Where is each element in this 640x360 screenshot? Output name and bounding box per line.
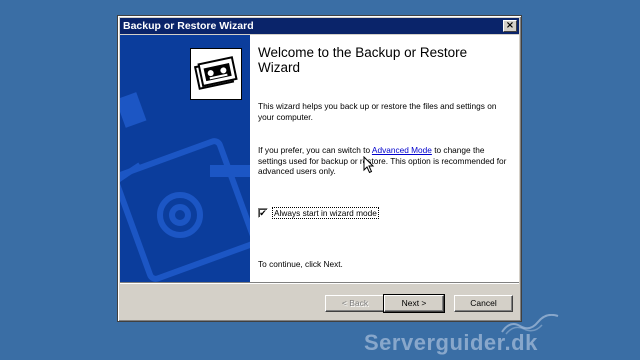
separator-highlight <box>120 283 519 284</box>
advanced-prefix: If you prefer, you can switch to <box>258 145 372 155</box>
advanced-mode-link[interactable]: Advanced Mode <box>372 145 432 155</box>
wizard-mode-label[interactable]: Always start in wizard mode <box>272 207 379 219</box>
wizard-content: Welcome to the Backup or Restore Wizard … <box>250 35 519 282</box>
close-button[interactable]: × <box>503 20 517 32</box>
watermark-text: Serverguider.dk <box>364 330 538 355</box>
wizard-mode-option[interactable]: ✔ Always start in wizard mode <box>258 207 379 219</box>
backup-tape-icon <box>190 48 242 100</box>
back-button[interactable]: < Back <box>325 295 385 312</box>
wizard-dialog: Backup or Restore Wizard × Welcome to th… <box>117 15 522 322</box>
title-bar[interactable]: Backup or Restore Wizard × <box>120 18 519 34</box>
mouse-pointer-icon <box>363 156 375 174</box>
advanced-mode-text: If you prefer, you can switch to Advance… <box>258 145 508 177</box>
intro-text: This wizard helps you back up or restore… <box>258 101 497 122</box>
page-title: Welcome to the Backup or Restore Wizard <box>258 45 468 75</box>
cancel-button[interactable]: Cancel <box>454 295 513 312</box>
next-button[interactable]: Next > <box>383 294 445 313</box>
wizard-mode-checkbox[interactable]: ✔ <box>258 208 268 218</box>
wizard-side-panel <box>120 35 250 282</box>
window-title: Backup or Restore Wizard <box>123 20 254 32</box>
continue-text: To continue, click Next. <box>258 259 343 269</box>
